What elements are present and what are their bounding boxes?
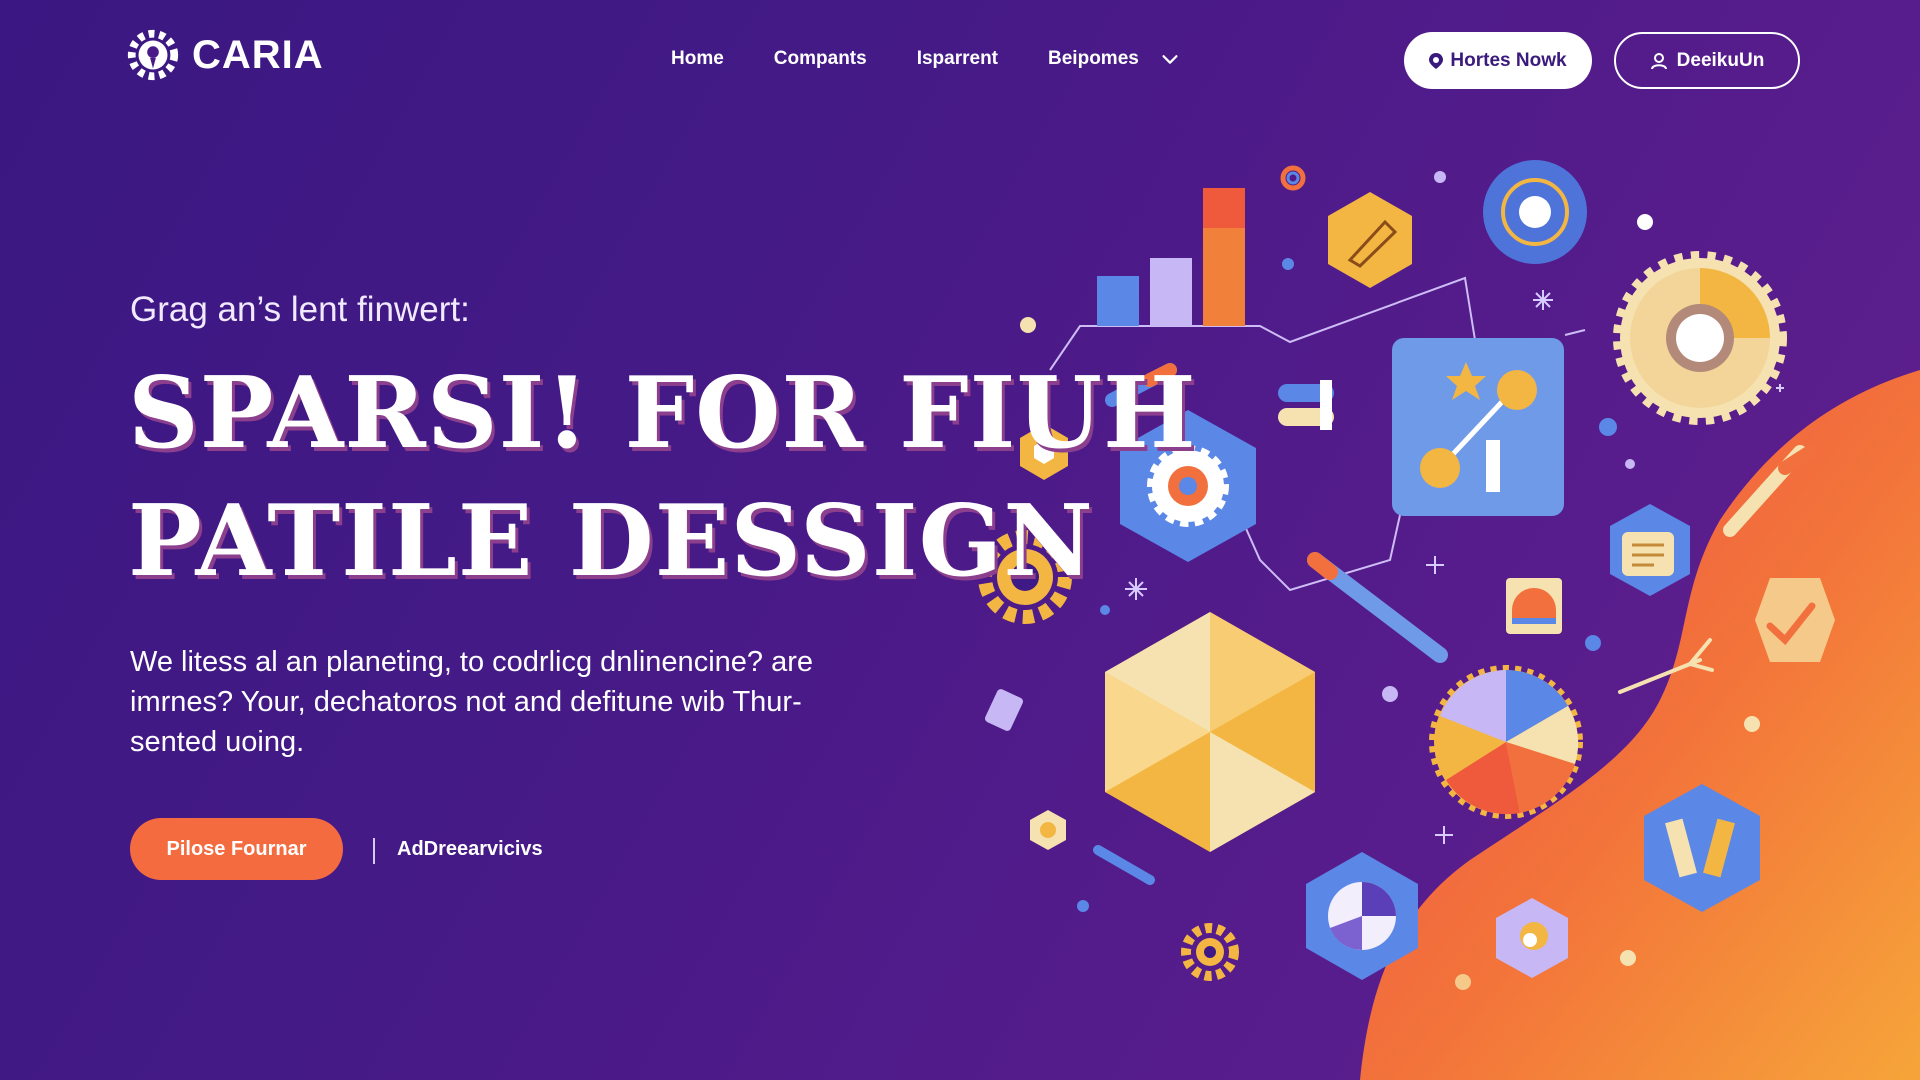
tag-icon xyxy=(985,689,1023,731)
deeikuun-button[interactable]: DeeikuUn xyxy=(1614,32,1800,89)
landing-page: CARIA Home Compants Isparrent Beipomes H… xyxy=(0,0,1920,1080)
chevron-down-icon[interactable] xyxy=(1159,48,1181,70)
headline-line-1: SPARSI! FOR FIUH xyxy=(128,356,1197,471)
blue-gear-badge-icon xyxy=(1483,160,1587,264)
primary-button-label: Hortes Nowk xyxy=(1450,49,1567,71)
hero-description: We litess al an planeting, to codrlicg d… xyxy=(130,646,813,758)
hook-icon xyxy=(1280,165,1306,191)
nav-item-compants[interactable]: Compants xyxy=(774,48,867,70)
nav-item-home[interactable]: Home xyxy=(671,48,724,70)
analytics-card-icon xyxy=(1392,338,1564,516)
user-icon xyxy=(1650,52,1667,69)
secondary-link[interactable]: AdDreearvicivs xyxy=(397,838,543,861)
top-navigation: CARIA Home Compants Isparrent Beipomes H… xyxy=(0,0,1920,120)
document-badge-icon xyxy=(1610,504,1690,596)
nav-item-isparrent[interactable]: Isparrent xyxy=(917,48,998,70)
bar-chart-icon xyxy=(1097,188,1245,326)
hexagon-pen-icon xyxy=(1328,192,1412,288)
location-pin-icon xyxy=(1429,52,1444,69)
sun-gear-icon xyxy=(1613,251,1787,425)
color-wheel-icon xyxy=(1429,665,1583,819)
nav-item-beipomes[interactable]: Beipomes xyxy=(1048,48,1139,70)
tab-shape-icon xyxy=(1278,380,1334,430)
pilose-fournar-button[interactable]: Pilose Fournar xyxy=(130,818,343,880)
hortes-nowk-button[interactable]: Hortes Nowk xyxy=(1404,32,1592,89)
gear-flower-logo-icon xyxy=(127,29,179,81)
image-card-icon xyxy=(1506,578,1562,634)
isometric-cube-icon xyxy=(1105,612,1315,852)
hero-headline: SPARSI! FOR FIUH PATILE DESSIGN xyxy=(128,350,1197,606)
hero-eyebrow: Grag an’s lent finwert: xyxy=(130,290,470,329)
cta-divider xyxy=(373,838,375,864)
checkmark-badge-icon xyxy=(1755,578,1835,662)
main-menu: Home Compants Isparrent Beipomes xyxy=(671,48,1181,70)
secondary-button-label: DeeikuUn xyxy=(1676,49,1765,71)
brand-logo[interactable]: CARIA xyxy=(124,26,324,84)
headline-line-2: PATILE DESSIGN xyxy=(128,484,1094,599)
brand-name: CARIA xyxy=(192,32,324,77)
